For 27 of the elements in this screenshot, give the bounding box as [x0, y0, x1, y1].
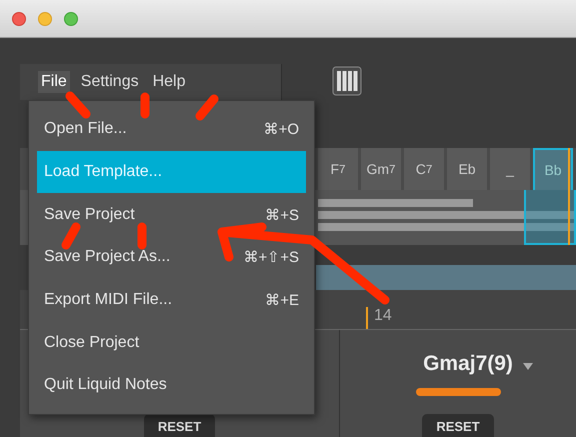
menu-item[interactable]: Close Project — [37, 321, 306, 364]
shortcut-text: ⌘+⇧+S — [243, 248, 299, 266]
menu-item[interactable]: Export MIDI File... ⌘+E — [37, 278, 306, 322]
chord-name: Gmaj7(9) — [423, 352, 513, 376]
menu-item[interactable]: Open File... ⌘+O — [37, 108, 306, 151]
menu-item[interactable]: Save Project As... ⌘+⇧+S — [37, 236, 306, 279]
selection-region — [524, 190, 576, 245]
menu-item[interactable]: Quit Liquid Notes — [37, 364, 306, 407]
reset-button[interactable]: RESET — [422, 414, 494, 437]
menu-bar-item[interactable]: Settings — [78, 71, 142, 93]
annotation-stroke — [196, 94, 218, 120]
piano-keys-icon[interactable] — [332, 66, 362, 96]
shortcut-text: ⌘+S — [265, 206, 299, 224]
annotation-stroke — [140, 92, 150, 118]
chord-block[interactable]: _ — [490, 148, 530, 190]
zoom-button[interactable] — [64, 12, 78, 26]
shortcut-text: ⌘+E — [265, 291, 299, 310]
close-button[interactable] — [12, 12, 26, 26]
menu-bar-item[interactable]: File — [38, 71, 70, 93]
menu-bar-item[interactable]: Help — [150, 71, 188, 93]
dropdown-caret-icon[interactable] — [522, 362, 533, 370]
shortcut-text: ⌘+O — [264, 120, 299, 138]
annotation-stroke — [62, 222, 80, 250]
reset-button[interactable]: RESET — [144, 414, 216, 437]
annotation-stroke — [66, 92, 90, 118]
chord-block[interactable]: Eb — [447, 148, 487, 190]
annotation-stroke — [138, 222, 146, 250]
